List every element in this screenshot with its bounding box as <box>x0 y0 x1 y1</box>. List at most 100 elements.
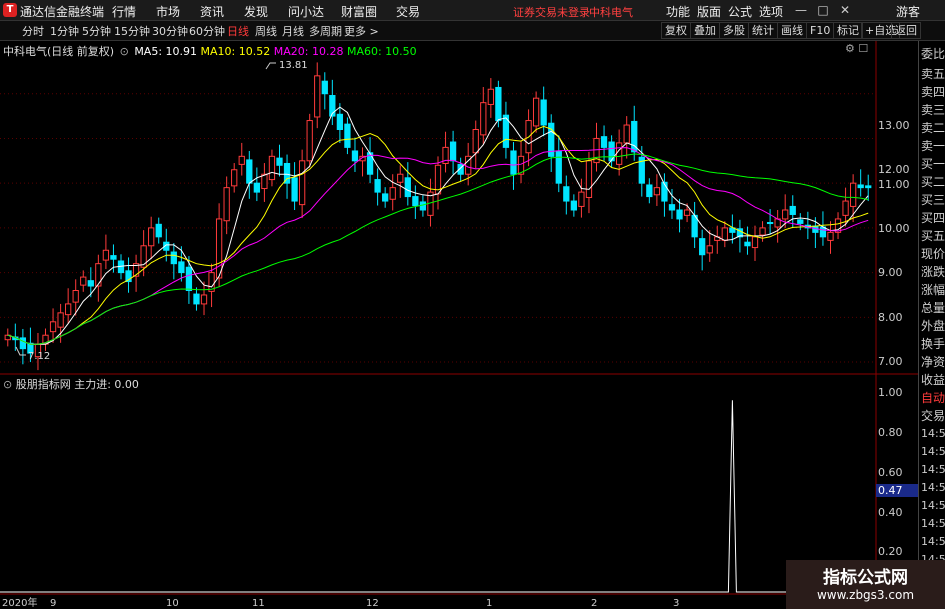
candle-body <box>661 181 668 202</box>
indicator-tick: 0.40 <box>878 506 903 519</box>
kline-chart[interactable]: 13.00 12.00 11.00 10.00 9.00 8.00 7.00 1… <box>0 41 918 609</box>
close-icon[interactable]: ✕ <box>837 2 853 18</box>
candle-body <box>819 226 827 238</box>
period-30min[interactable]: 30分钟 <box>152 23 188 39</box>
trade-time: 14:56 <box>921 445 945 458</box>
candle-body <box>865 185 872 189</box>
app-name: 通达信金融终端 <box>20 5 105 19</box>
period-1min[interactable]: 1分钟 <box>50 23 79 39</box>
candle-body <box>404 177 411 198</box>
minimize-icon[interactable]: — <box>793 2 809 18</box>
candle-body <box>744 241 751 247</box>
draw-line-button[interactable]: 画线 <box>777 22 807 39</box>
panel-label: 涨幅 <box>921 283 945 297</box>
period-60min[interactable]: 60分钟 <box>189 23 225 39</box>
restore-icon[interactable]: □ <box>815 2 831 18</box>
chart-background <box>0 41 918 609</box>
candle-body <box>555 150 562 184</box>
candle-body <box>616 142 623 165</box>
watermark: 指标公式网 www.zbgs3.com <box>786 560 945 609</box>
high-annotation: 13.81 <box>279 60 308 71</box>
candle-body <box>298 160 306 206</box>
trade-time: 14:56 <box>921 463 945 476</box>
menu-function[interactable]: 功能 <box>666 3 690 20</box>
period-5min[interactable]: 5分钟 <box>82 23 111 39</box>
date-tick: 11 <box>252 598 265 609</box>
candle-body <box>623 124 630 144</box>
menu-trade[interactable]: 交易 <box>396 3 420 20</box>
panel-label: 买五 <box>921 229 945 243</box>
candle-body <box>585 160 593 198</box>
period-15min[interactable]: 15分钟 <box>114 23 150 39</box>
statistics-button[interactable]: 统计 <box>748 22 778 39</box>
menu-formula[interactable]: 公式 <box>728 3 752 20</box>
date-tick: 2 <box>591 598 597 609</box>
period-tick[interactable]: 分时 <box>22 23 44 39</box>
mark-button[interactable]: 标记 <box>833 22 863 39</box>
candle-body <box>759 227 766 236</box>
candle-body <box>57 312 64 328</box>
panel-label: 买一 <box>921 157 945 171</box>
candle-body <box>849 182 857 207</box>
candle-body <box>223 187 230 222</box>
candle-body <box>306 120 313 162</box>
candle-body <box>268 155 276 181</box>
menu-options[interactable]: 选项 <box>759 3 783 20</box>
candle-body <box>351 150 359 162</box>
login-warning[interactable]: 证券交易未登录 <box>513 4 590 20</box>
panel-label: 总量 <box>921 301 945 315</box>
candle-body <box>238 155 245 165</box>
candle-body <box>231 169 238 187</box>
period-weekly[interactable]: 周线 <box>255 23 277 39</box>
menu-news[interactable]: 资讯 <box>200 3 224 20</box>
candle-body <box>344 123 351 148</box>
period-multi[interactable]: 多周期 <box>309 23 342 39</box>
candle-body <box>857 184 864 189</box>
menu-ask[interactable]: 问小达 <box>288 3 324 20</box>
multi-stock-button[interactable]: 多股 <box>719 22 749 39</box>
adjust-button[interactable]: 复权 <box>661 22 691 39</box>
menu-wealth[interactable]: 财富圈 <box>341 3 377 20</box>
candle-body <box>215 218 223 279</box>
date-tick: 1 <box>486 598 492 609</box>
watermark-title: 指标公式网 <box>823 568 908 588</box>
menu-discover[interactable]: 发现 <box>244 3 268 20</box>
date-tick: 12 <box>366 598 379 609</box>
candle-body <box>600 136 608 148</box>
overlay-button[interactable]: 叠加 <box>690 22 720 39</box>
panel-label: 净资 <box>921 355 945 369</box>
candle-body <box>827 231 834 241</box>
price-tick: 13.00 <box>878 119 910 132</box>
candle-body <box>374 179 381 193</box>
candle-body <box>102 249 110 261</box>
candle-body <box>721 227 728 241</box>
ma5-legend: MA5: 10.91 <box>134 45 198 58</box>
candle-body <box>797 219 804 224</box>
candle-body <box>321 80 328 95</box>
menu-layout[interactable]: 版面 <box>697 3 721 20</box>
menu-quotes[interactable]: 行情 <box>112 3 136 20</box>
back-button[interactable]: 返回 <box>891 22 921 39</box>
watermark-url: www.zbgs3.com <box>816 588 915 602</box>
period-more[interactable]: 更多 > <box>344 23 379 39</box>
settings-icon[interactable]: ⊙ <box>3 378 12 391</box>
settings-icon[interactable]: ⊙ <box>120 45 129 58</box>
candle-body <box>578 191 585 207</box>
candle-body <box>570 200 578 211</box>
panel-label: 买四 <box>921 211 945 225</box>
period-daily[interactable]: 日线 <box>227 23 249 39</box>
trade-tab[interactable]: 交易 <box>921 407 945 424</box>
guest-label[interactable]: 游客 <box>896 3 920 20</box>
indicator-current-value: 0.47 <box>878 484 903 497</box>
candle-body <box>789 205 796 215</box>
menu-market[interactable]: 市场 <box>156 3 180 20</box>
f10-button[interactable]: F10 <box>806 22 835 39</box>
stock-title: 中科电气 <box>589 6 633 19</box>
auto-trade-tab[interactable]: 自动 <box>921 389 945 406</box>
price-tick: 7.00 <box>878 355 903 368</box>
title-bar: T 通达信金融终端 行情 市场 资讯 发现 问小达 财富圈 交易 证券交易未登录… <box>0 0 945 21</box>
period-monthly[interactable]: 月线 <box>282 23 304 39</box>
panel-label: 卖三 <box>921 103 945 117</box>
chart-settings-icon[interactable]: ⚙ ☐ <box>845 42 868 55</box>
price-tick: 8.00 <box>878 311 903 324</box>
